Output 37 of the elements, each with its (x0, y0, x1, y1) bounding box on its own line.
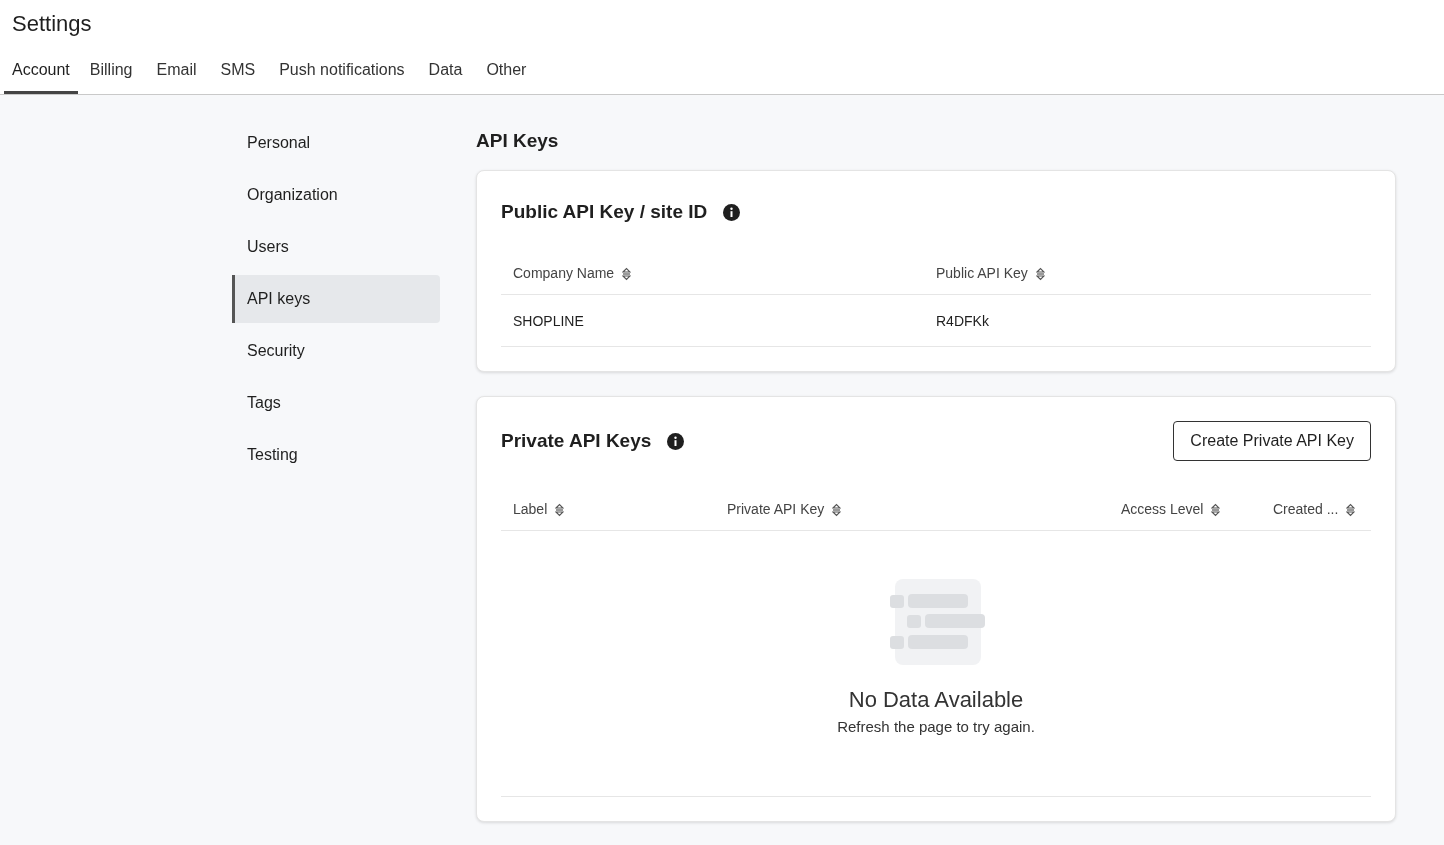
tab[interactable]: Push notifications (267, 48, 417, 94)
column-header[interactable]: Access Level (1121, 499, 1204, 520)
sort-icon[interactable] (1035, 266, 1045, 281)
sidebar-item[interactable]: Personal (232, 119, 440, 167)
create-key-button[interactable]: Create Private API Key (1173, 421, 1371, 461)
sort-icon[interactable] (1211, 502, 1221, 517)
card-title: Private API Keys (501, 428, 652, 453)
tab[interactable]: SMS (208, 48, 268, 94)
page-title: Settings (11, 10, 93, 38)
sort-icon[interactable] (1346, 502, 1356, 517)
info-icon[interactable] (667, 432, 685, 450)
section-heading: API Keys (476, 129, 560, 153)
tab[interactable]: Billing (77, 48, 145, 94)
sort-icon[interactable] (622, 266, 632, 281)
sidebar-item[interactable]: Tags (232, 379, 440, 427)
sidebar-item[interactable]: API keys (232, 275, 440, 323)
card-title: Public API Key / site ID (501, 199, 708, 224)
table-cell: SHOPLINE (513, 312, 584, 329)
tab[interactable]: Email (144, 48, 209, 94)
column-header[interactable]: Created ... (1273, 499, 1339, 520)
info-icon[interactable] (723, 203, 741, 221)
tab[interactable]: Other (474, 48, 539, 94)
empty-state-message: Refresh the page to try again. (837, 717, 1035, 737)
table-cell: R4DFKk (936, 312, 989, 329)
sidebar-item[interactable]: Organization (232, 171, 440, 219)
sidebar-item[interactable]: Security (232, 327, 440, 375)
sidebar-item[interactable]: Users (232, 223, 440, 271)
sidebar-item[interactable]: Testing (232, 431, 440, 479)
tab[interactable]: Data (416, 48, 475, 94)
sort-icon[interactable] (832, 502, 842, 517)
column-header[interactable]: Company Name (513, 263, 615, 284)
column-header[interactable]: Private API Key (727, 499, 825, 520)
sort-icon[interactable] (555, 502, 565, 517)
tab[interactable]: Account (4, 48, 78, 94)
column-header[interactable]: Label (513, 499, 548, 520)
column-header[interactable]: Public API Key (936, 263, 1028, 284)
empty-state-title: No Data Available (848, 686, 1024, 714)
